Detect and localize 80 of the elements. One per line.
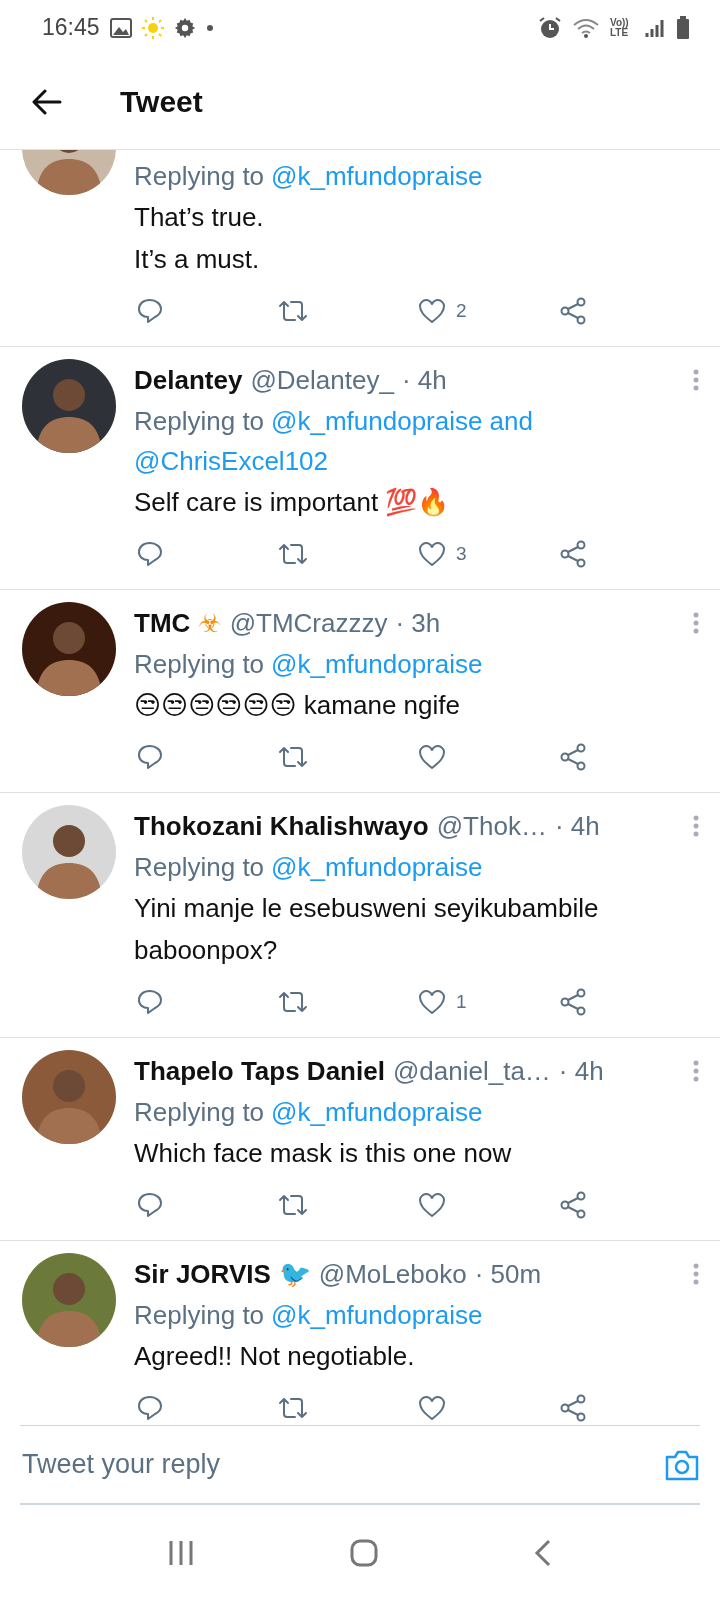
retweet-icon[interactable]: [277, 1193, 309, 1217]
status-time: 16:45: [42, 14, 100, 41]
name-emoji: 🐦: [278, 1259, 311, 1289]
home-icon[interactable]: [350, 1538, 378, 1567]
author-handle: @Delantey_: [250, 364, 394, 396]
share-icon[interactable]: [559, 743, 587, 771]
replying-to-label: Replying to: [134, 851, 265, 884]
author-name: Thokozani Khalishwayo: [134, 810, 429, 842]
share-icon[interactable]: [559, 1191, 587, 1219]
wifi-icon: [572, 16, 600, 39]
mention-link[interactable]: @k_mfundopraise: [271, 1092, 483, 1132]
tweet-time: · 4h: [554, 810, 600, 842]
tweet-time: · 4h: [558, 1055, 604, 1087]
recent-apps-icon[interactable]: [168, 1538, 194, 1567]
tweet-text: Agreed!! Not negotiable.: [134, 1341, 415, 1371]
name-emoji: ☣: [198, 608, 222, 638]
retweet-icon[interactable]: [277, 745, 309, 769]
mention-link[interactable]: @k_mfundopraise: [271, 1295, 483, 1335]
author-handle: @TMCrazzzy: [229, 607, 388, 639]
retweet-icon[interactable]: [277, 542, 309, 566]
replying-to-label: Replying to: [134, 1299, 265, 1332]
like-count: 2: [456, 300, 467, 322]
share-icon[interactable]: [559, 1394, 587, 1422]
sun-icon: [141, 16, 164, 39]
network-label: Vo)) LTE: [610, 17, 630, 38]
heart-icon[interactable]: [418, 989, 446, 1015]
retweet-icon[interactable]: [277, 1396, 309, 1420]
dot-icon: [205, 23, 214, 32]
alarm-icon: [538, 15, 562, 40]
mention-link[interactable]: @k_mfundopraise: [271, 156, 483, 196]
reply-icon[interactable]: [136, 988, 164, 1016]
image-icon: [109, 17, 132, 38]
page-title: Tweet: [120, 85, 203, 119]
replying-to-label: Replying to: [134, 405, 265, 438]
back-arrow-icon[interactable]: [32, 89, 62, 115]
mention-link[interactable]: @k_mfundopraise: [271, 847, 483, 887]
replying-to-label: Replying to: [134, 1096, 265, 1129]
author-handle: @Thok…: [436, 810, 547, 842]
like-count: 3: [456, 543, 467, 565]
tweet-text: It’s a must.: [134, 244, 260, 274]
heart-icon[interactable]: [418, 298, 446, 324]
author-name: Delantey: [134, 364, 243, 396]
gear-icon: [173, 16, 196, 39]
share-icon[interactable]: [559, 540, 587, 568]
back-icon[interactable]: [534, 1538, 552, 1567]
tweet-time: · 4h: [401, 364, 447, 396]
tweet-text: Self care is important 💯🔥: [134, 487, 450, 517]
heart-icon[interactable]: [418, 1395, 446, 1421]
tweet-time: · 50m: [474, 1258, 542, 1290]
reply-field[interactable]: Tweet your reply: [20, 1448, 664, 1481]
reply-icon[interactable]: [136, 540, 164, 568]
tweet-time: · 3h: [395, 607, 441, 639]
reply-icon[interactable]: [136, 743, 164, 771]
replying-to-label: Replying to: [134, 160, 265, 193]
battery-icon: [676, 15, 690, 40]
heart-icon[interactable]: [418, 1192, 446, 1218]
conjunction-text: and: [489, 405, 533, 438]
reply-icon[interactable]: [136, 1191, 164, 1219]
mention-link[interactable]: @ChrisExcel102: [134, 441, 329, 481]
like-count: 1: [456, 991, 467, 1013]
tweet-text: That’s true.: [134, 202, 264, 232]
author-handle: @daniel_ta…: [392, 1055, 551, 1087]
retweet-icon[interactable]: [277, 299, 309, 323]
author-handle: @MoLeboko: [318, 1258, 467, 1290]
tweet-text: Which face mask is this one now: [134, 1138, 512, 1168]
share-icon[interactable]: [559, 297, 587, 325]
mention-link[interactable]: @k_mfundopraise: [271, 644, 483, 684]
reply-icon[interactable]: [136, 297, 164, 325]
mention-link[interactable]: @k_mfundopraise: [271, 401, 483, 441]
heart-icon[interactable]: [418, 541, 446, 567]
share-icon[interactable]: [559, 988, 587, 1016]
tweet-text: 😒😒😒😒😒😒 kamane ngife: [134, 690, 460, 720]
retweet-icon[interactable]: [277, 990, 309, 1014]
author-name: TMC: [134, 607, 191, 639]
heart-icon[interactable]: [418, 744, 446, 770]
reply-icon[interactable]: [136, 1394, 164, 1422]
replying-to-label: Replying to: [134, 648, 265, 681]
author-name: Sir JORVIS: [134, 1258, 271, 1290]
tweet-text: Yini manje le esebusweni seyikubambile baboonpox?: [134, 893, 599, 965]
author-name: Thapelo Taps Daniel: [134, 1055, 385, 1087]
